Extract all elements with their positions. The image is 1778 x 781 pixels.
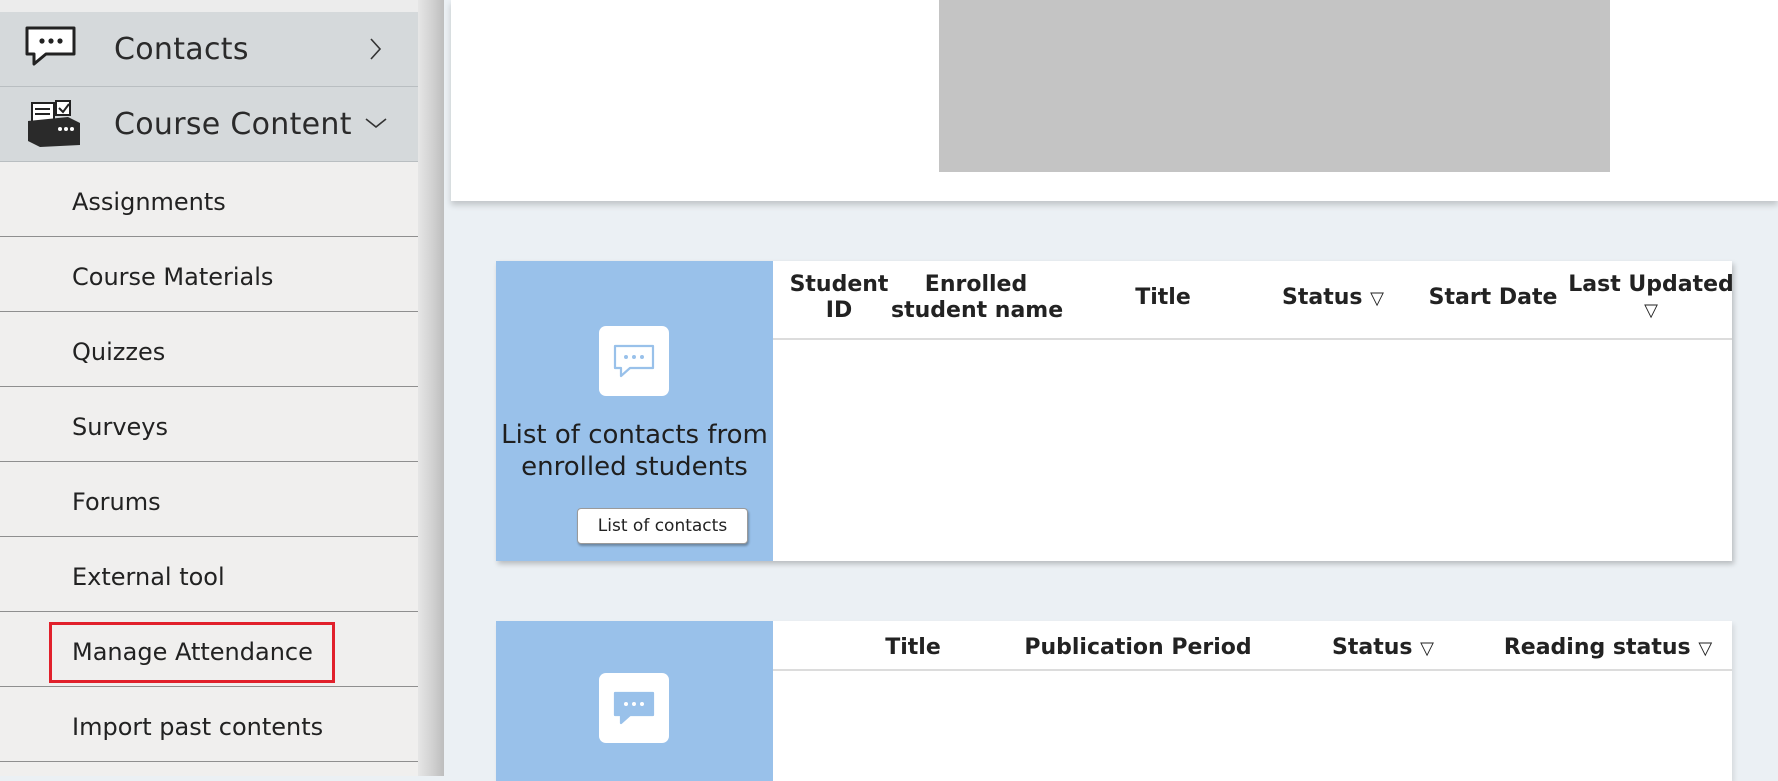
chat-bubble-icon — [613, 691, 655, 725]
sidebar-item-import-past-contents[interactable]: Import past contents — [0, 687, 418, 762]
widget-accent-column: List of contacts from enrolled students … — [496, 261, 773, 561]
sidebar-item-label: Quizzes — [72, 338, 166, 366]
sidebar-item-external-tool[interactable]: External tool — [0, 537, 418, 612]
sidebar-item-label: Assignments — [72, 188, 226, 216]
column-title[interactable]: Title — [1103, 285, 1223, 311]
sidebar-item-label: Surveys — [72, 413, 168, 441]
column-start-date[interactable]: Start Date — [1413, 285, 1573, 311]
column-last-updated[interactable]: Last Updated ▽ — [1566, 272, 1736, 324]
sidebar-item-forums[interactable]: Forums — [0, 462, 418, 537]
sort-triangle-icon: ▽ — [1698, 638, 1713, 659]
sidebar-item-quizzes[interactable]: Quizzes — [0, 312, 418, 387]
announcements-widget: Title Publication Period Status ▽ Readin… — [496, 621, 1732, 781]
sidebar-item-label: Course Materials — [72, 263, 274, 291]
nav-contacts-label: Contacts — [114, 31, 249, 67]
chat-bubble-icon — [25, 26, 76, 66]
contacts-icon-tile — [599, 326, 669, 396]
sidebar-item-label: Forums — [72, 488, 161, 516]
course-box-icon — [28, 100, 80, 147]
banner-image-placeholder — [939, 0, 1610, 172]
sidebar-item-assignments[interactable]: Assignments — [0, 162, 418, 237]
column-publication-period[interactable]: Publication Period — [1003, 635, 1273, 661]
sidebar-item-surveys[interactable]: Surveys — [0, 387, 418, 462]
sort-triangle-icon: ▽ — [1370, 288, 1384, 309]
nav-contacts[interactable]: Contacts — [0, 12, 418, 87]
announcements-icon-tile — [599, 673, 669, 743]
contacts-widget: List of contacts from enrolled students … — [496, 261, 1734, 561]
column-status[interactable]: Status ▽ — [1253, 285, 1413, 312]
column-student-id[interactable]: Student ID — [783, 272, 895, 324]
widget-description: List of contacts from enrolled students — [501, 420, 768, 482]
list-of-contacts-button[interactable]: List of contacts — [577, 508, 748, 544]
highlight-box — [49, 622, 335, 683]
chat-bubble-icon — [613, 344, 655, 378]
sort-triangle-icon: ▽ — [1644, 300, 1658, 321]
sidebar-item-label: External tool — [72, 563, 225, 591]
column-enrolled-student-name[interactable]: Enrolled student name — [891, 272, 1063, 324]
sidebar: Contacts Course Content Assignments Cour… — [0, 0, 418, 776]
widget-accent-column — [496, 621, 773, 781]
nav-course-content[interactable]: Course Content — [0, 87, 418, 162]
sidebar-edge-shadow — [418, 0, 444, 776]
column-reading-status[interactable]: Reading status ▽ — [1493, 635, 1723, 662]
table-header: Student ID Enrolled student name Title S… — [773, 261, 1734, 340]
column-status[interactable]: Status ▽ — [1303, 635, 1463, 662]
sidebar-item-course-materials[interactable]: Course Materials — [0, 237, 418, 312]
sidebar-top-strip — [0, 0, 418, 12]
chevron-right-icon — [370, 38, 382, 60]
nav-course-content-label: Course Content — [114, 106, 352, 142]
sidebar-item-label: Import past contents — [72, 713, 324, 741]
top-panel — [451, 0, 1778, 201]
table-header: Title Publication Period Status ▽ Readin… — [773, 621, 1732, 671]
sort-triangle-icon: ▽ — [1420, 638, 1434, 659]
column-title[interactable]: Title — [853, 635, 973, 661]
chevron-down-icon — [365, 118, 387, 129]
